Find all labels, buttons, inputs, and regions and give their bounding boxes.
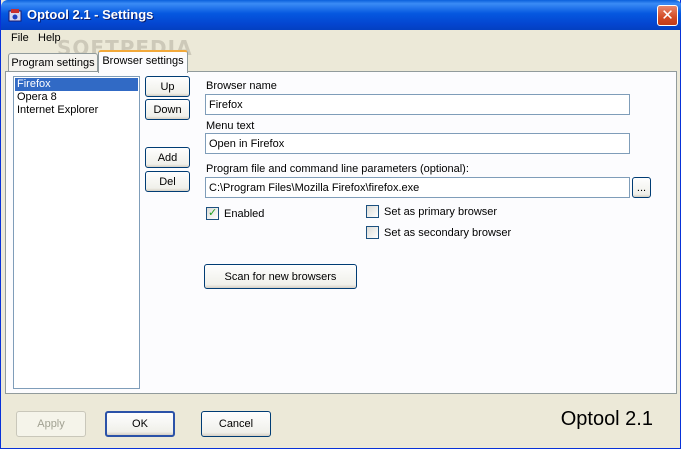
close-icon[interactable]: ✕ (657, 5, 678, 26)
browser-name-label: Browser name (206, 80, 277, 92)
primary-browser-checkbox[interactable] (366, 205, 379, 218)
window-title: Optool 2.1 - Settings (27, 7, 154, 22)
list-item-internet-explorer[interactable]: Internet Explorer (15, 104, 138, 117)
tab-browser-settings[interactable]: Browser settings (98, 50, 188, 73)
add-button[interactable]: Add (145, 147, 190, 168)
optool-app-icon (8, 9, 22, 22)
menu-file[interactable]: File (10, 32, 30, 44)
browser-name-field[interactable] (205, 94, 630, 115)
program-file-field[interactable] (205, 177, 630, 198)
brand-label: Optool 2.1 (560, 408, 653, 430)
list-item-opera[interactable]: Opera 8 (15, 91, 138, 104)
settings-window: Optool 2.1 - Settings ✕ File Help SOFTPE… (0, 0, 681, 449)
program-file-label: Program file and command line parameters… (206, 163, 469, 175)
del-button[interactable]: Del (145, 171, 190, 192)
up-button[interactable]: Up (145, 76, 190, 97)
enabled-checkbox[interactable]: ✓ (206, 206, 219, 220)
checkmark-icon: ✓ (208, 206, 218, 219)
primary-browser-label: Set as primary browser (384, 206, 498, 218)
ok-button[interactable]: OK (105, 411, 175, 437)
tab-program-settings[interactable]: Program settings (8, 53, 98, 73)
menu-text-field[interactable] (205, 133, 630, 154)
secondary-browser-checkbox[interactable] (366, 226, 379, 239)
browse-button[interactable]: ... (632, 177, 651, 198)
enabled-label: Enabled (224, 208, 265, 220)
title-bar[interactable]: Optool 2.1 - Settings ✕ (1, 0, 681, 30)
browser-listbox[interactable]: Firefox Opera 8 Internet Explorer (13, 76, 140, 389)
menu-bar: File Help (2, 30, 680, 48)
menu-help[interactable]: Help (37, 32, 62, 44)
down-button[interactable]: Down (145, 99, 190, 120)
scan-browsers-button[interactable]: Scan for new browsers (204, 264, 357, 289)
secondary-browser-label: Set as secondary browser (384, 227, 512, 239)
menu-text-label: Menu text (206, 120, 255, 132)
list-item-firefox[interactable]: Firefox (15, 78, 138, 91)
apply-button[interactable]: Apply (16, 411, 86, 437)
cancel-button[interactable]: Cancel (201, 411, 271, 437)
